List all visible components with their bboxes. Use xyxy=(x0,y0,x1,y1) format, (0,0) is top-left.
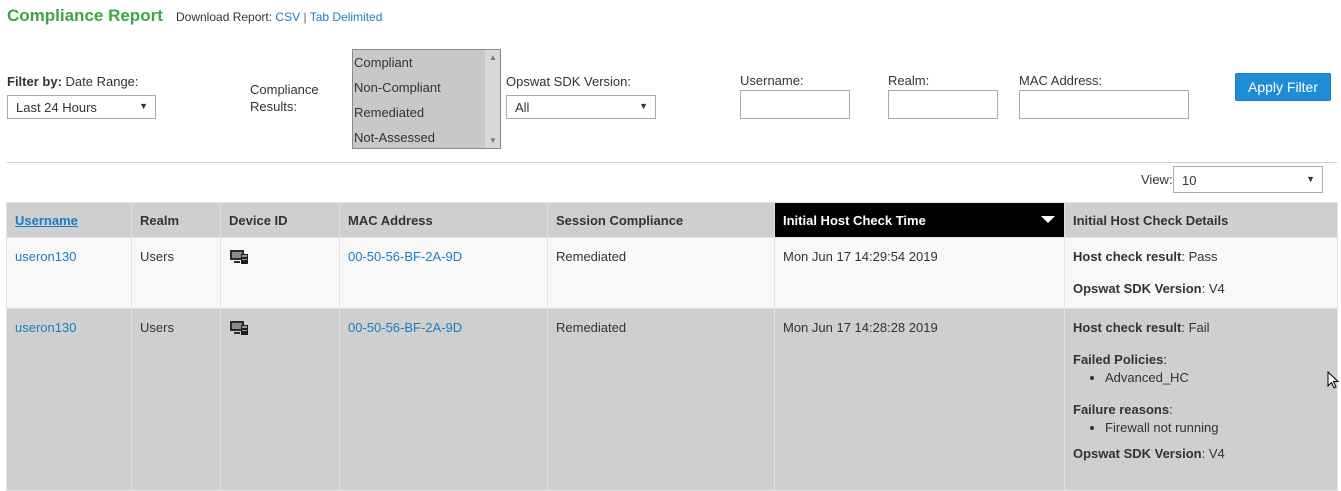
compliance-option-not-assessed[interactable]: Not-Assessed xyxy=(353,125,500,148)
scroll-up-icon[interactable]: ▲ xyxy=(489,53,497,62)
compliance-label-line2: Results: xyxy=(250,99,297,114)
date-range-label: Filter by: Date Range: xyxy=(7,74,139,89)
date-range-select[interactable]: Last 24 Hours ▼ xyxy=(7,95,156,119)
divider xyxy=(7,162,1337,163)
cell-device-id xyxy=(220,237,340,309)
host-check-result: Host check result: Pass xyxy=(1073,249,1329,264)
compliance-results-label: Compliance Results: xyxy=(250,81,319,115)
chevron-down-icon: ▼ xyxy=(639,101,648,111)
failed-policies-list: Advanced_HC xyxy=(1073,370,1329,385)
cell-username: useron130 xyxy=(6,308,132,491)
sort-desc-icon xyxy=(1041,216,1055,223)
col-session-compliance[interactable]: Session Compliance xyxy=(547,202,775,238)
compliance-results-listbox[interactable]: Compliant Non-Compliant Remediated Not-A… xyxy=(352,49,501,149)
sdk-label: Opswat SDK Version xyxy=(1073,446,1202,461)
apply-filter-button[interactable]: Apply Filter xyxy=(1235,73,1331,101)
sdk-version-label: Opswat SDK Version: xyxy=(506,74,631,89)
mac-address-input[interactable] xyxy=(1019,90,1189,119)
result-value: : Pass xyxy=(1181,249,1218,264)
chevron-down-icon: ▼ xyxy=(139,101,148,111)
listbox-scrollbar[interactable]: ▲ ▼ xyxy=(485,50,500,148)
cell-realm: Users xyxy=(131,237,221,309)
device-icon[interactable] xyxy=(229,320,249,336)
col-device-id[interactable]: Device ID xyxy=(220,202,340,238)
host-check-result: Host check result: Fail xyxy=(1073,320,1329,335)
col-initial-host-check-details: Initial Host Check Details xyxy=(1064,202,1338,238)
date-range-text: Date Range: xyxy=(65,74,139,89)
compliance-option-remediated[interactable]: Remediated xyxy=(353,100,500,125)
reasons-colon: : xyxy=(1169,402,1173,417)
compliance-table: Username Realm Device ID MAC Address Ses… xyxy=(6,202,1338,491)
username-link[interactable]: useron130 xyxy=(15,249,76,264)
result-value: : Fail xyxy=(1181,320,1210,335)
mac-address-label: MAC Address: xyxy=(1019,73,1103,88)
filter-by-label: Filter by: xyxy=(7,74,62,89)
col-mac-address[interactable]: MAC Address xyxy=(339,202,548,238)
cell-time: Mon Jun 17 14:28:28 2019 xyxy=(774,308,1065,491)
list-item: Firewall not running xyxy=(1105,420,1329,435)
mouse-cursor-icon xyxy=(1327,371,1339,389)
col-username[interactable]: Username xyxy=(6,202,132,238)
failed-policies: Failed Policies: Advanced_HC xyxy=(1073,352,1329,385)
username-link[interactable]: useron130 xyxy=(15,320,76,335)
compliance-option-non-compliant[interactable]: Non-Compliant xyxy=(353,75,500,100)
view-select[interactable]: 10 ▼ xyxy=(1173,166,1323,193)
failure-reasons: Failure reasons: Firewall not running xyxy=(1073,402,1329,435)
view-label: View: xyxy=(1141,172,1173,187)
sdk-version-select[interactable]: All ▼ xyxy=(506,95,656,119)
result-label: Host check result xyxy=(1073,320,1182,335)
sort-username-link[interactable]: Username xyxy=(15,213,78,228)
mac-link[interactable]: 00-50-56-BF-2A-9D xyxy=(348,249,462,264)
realm-label: Realm: xyxy=(888,73,930,88)
sdk-version-value: All xyxy=(515,100,530,115)
cell-session: Remediated xyxy=(547,237,775,309)
table-header-row: Username Realm Device ID MAC Address Ses… xyxy=(6,202,1338,238)
cell-details: Host check result: Pass Opswat SDK Versi… xyxy=(1064,237,1338,309)
failed-colon: : xyxy=(1163,352,1167,367)
view-value: 10 xyxy=(1182,173,1197,188)
chevron-down-icon: ▼ xyxy=(1306,174,1315,184)
col-time-label: Initial Host Check Time xyxy=(783,212,926,228)
failure-reasons-label: Failure reasons xyxy=(1073,402,1170,417)
csv-link[interactable]: CSV xyxy=(275,10,300,24)
table-row: useron130 Users 00-50-56-BF-2A-9D Remedi… xyxy=(6,237,1338,309)
list-item: Advanced_HC xyxy=(1105,370,1329,385)
cell-details: Host check result: Fail Failed Policies:… xyxy=(1064,308,1338,491)
cell-time: Mon Jun 17 14:29:54 2019 xyxy=(774,237,1065,309)
table-row: useron130 Users 00-50-56-BF-2A-9D Remedi… xyxy=(6,308,1338,491)
tab-delimited-link[interactable]: Tab Delimited xyxy=(310,10,383,24)
date-range-value: Last 24 Hours xyxy=(16,100,97,115)
mac-link[interactable]: 00-50-56-BF-2A-9D xyxy=(348,320,462,335)
failure-reasons-list: Firewall not running xyxy=(1073,420,1329,435)
cell-mac: 00-50-56-BF-2A-9D xyxy=(339,308,548,491)
download-report: Download Report: CSV | Tab Delimited xyxy=(176,10,382,24)
sdk-value: : V4 xyxy=(1201,281,1225,296)
realm-input[interactable] xyxy=(888,90,998,119)
download-separator: | xyxy=(303,10,307,24)
cell-realm: Users xyxy=(131,308,221,491)
failed-policies-label: Failed Policies xyxy=(1073,352,1164,367)
cell-session: Remediated xyxy=(547,308,775,491)
result-label: Host check result xyxy=(1073,249,1182,264)
col-initial-host-check-time[interactable]: Initial Host Check Time xyxy=(774,202,1065,238)
scroll-down-icon[interactable]: ▼ xyxy=(489,136,497,145)
device-icon[interactable] xyxy=(229,249,249,265)
compliance-label-line1: Compliance xyxy=(250,82,319,97)
username-label: Username: xyxy=(740,73,804,88)
col-realm[interactable]: Realm xyxy=(131,202,221,238)
sdk-version: Opswat SDK Version: V4 xyxy=(1073,281,1329,296)
cell-mac: 00-50-56-BF-2A-9D xyxy=(339,237,548,309)
username-input[interactable] xyxy=(740,90,850,119)
sdk-label: Opswat SDK Version xyxy=(1073,281,1202,296)
cell-device-id xyxy=(220,308,340,491)
compliance-option-compliant[interactable]: Compliant xyxy=(353,50,500,75)
download-label: Download Report: xyxy=(176,10,273,24)
page-title: Compliance Report xyxy=(7,6,163,25)
sdk-value: : V4 xyxy=(1201,446,1225,461)
cell-username: useron130 xyxy=(6,237,132,309)
sdk-version: Opswat SDK Version: V4 xyxy=(1073,446,1329,461)
